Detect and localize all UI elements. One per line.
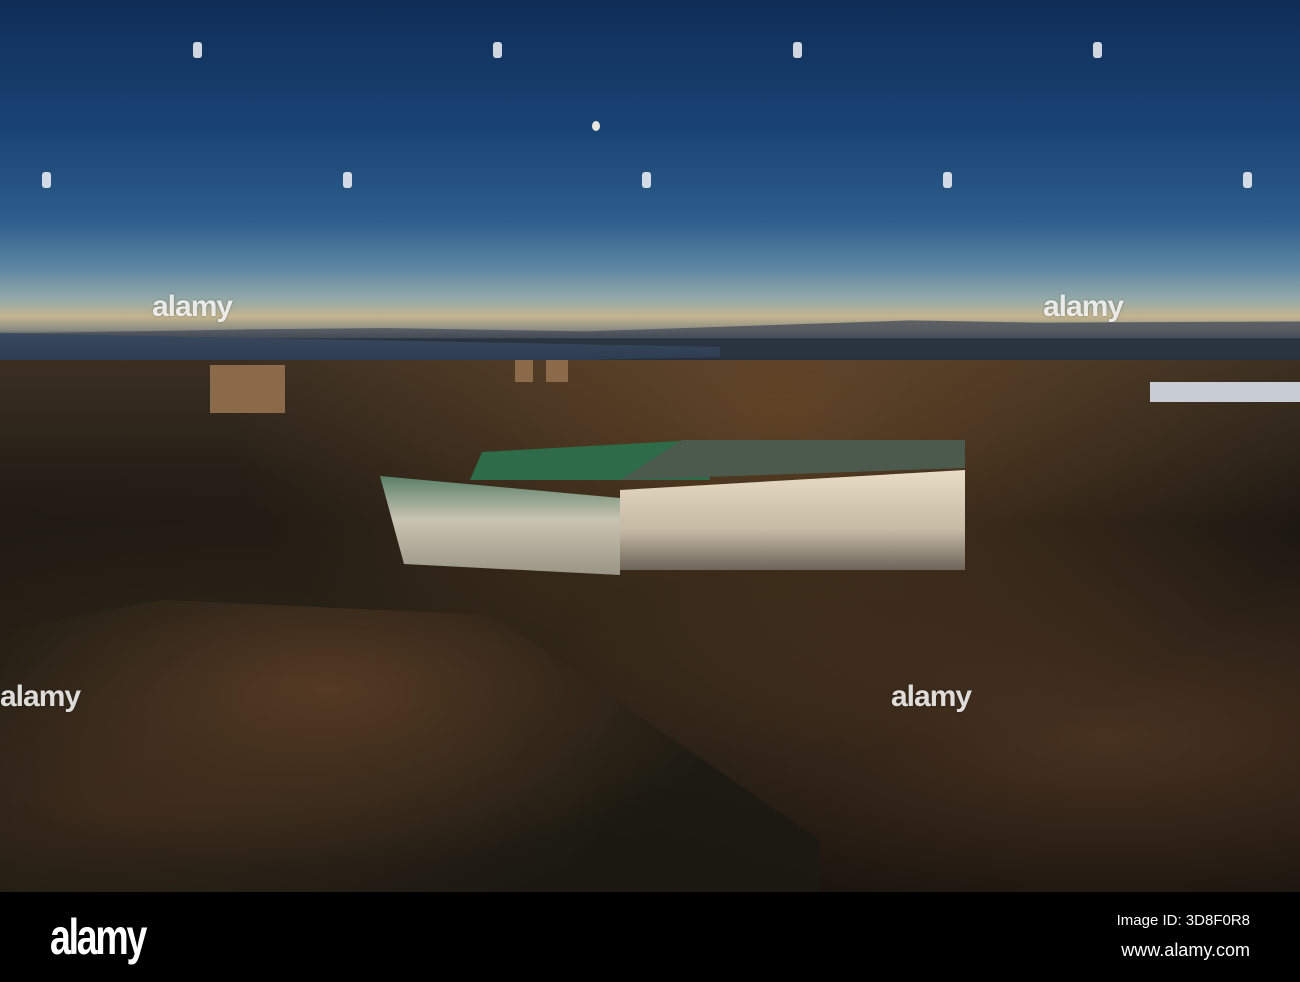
watermark-mark bbox=[943, 172, 952, 188]
alamy-logo[interactable]: alamy bbox=[50, 908, 147, 966]
tower-block bbox=[210, 365, 285, 413]
image-id: Image ID: 3D8F0R8 bbox=[1116, 912, 1250, 929]
moon bbox=[592, 121, 600, 131]
aerial-stadium-photo: alamy alamy alamy alamy bbox=[0, 0, 1300, 892]
watermark-mark bbox=[42, 172, 51, 188]
watermark: alamy bbox=[891, 680, 972, 713]
watermark: alamy bbox=[152, 290, 233, 323]
warehouse bbox=[1150, 382, 1300, 402]
tower-block bbox=[515, 360, 533, 382]
watermark-mark bbox=[193, 42, 202, 58]
tower-block bbox=[546, 360, 568, 382]
stock-photo-page: alamy alamy alamy alamy alamy Image ID: … bbox=[0, 0, 1300, 982]
footer-bar: alamy Image ID: 3D8F0R8 www.alamy.com bbox=[0, 892, 1300, 982]
watermark-mark bbox=[793, 42, 802, 58]
watermark: alamy bbox=[1043, 290, 1124, 323]
watermark-mark bbox=[642, 172, 651, 188]
watermark-mark bbox=[493, 42, 502, 58]
watermark-mark bbox=[343, 172, 352, 188]
watermark-mark bbox=[1093, 42, 1102, 58]
site-url[interactable]: www.alamy.com bbox=[1121, 940, 1250, 961]
watermark: alamy bbox=[0, 680, 81, 713]
watermark-mark bbox=[1243, 172, 1252, 188]
